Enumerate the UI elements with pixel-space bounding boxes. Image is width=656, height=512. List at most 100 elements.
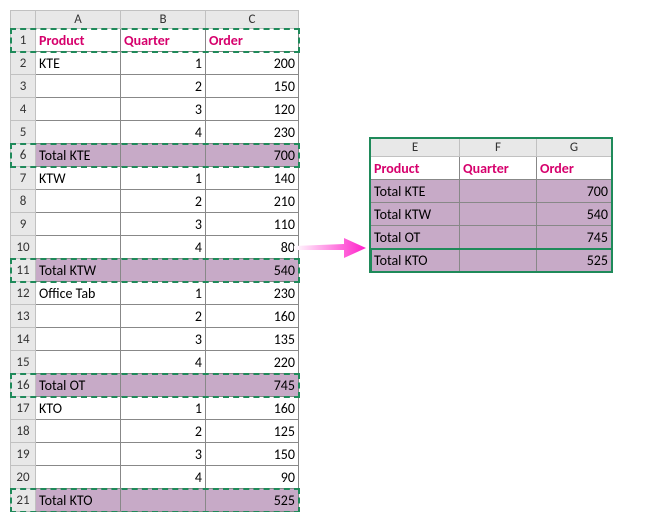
- cell-b9[interactable]: 3: [121, 213, 206, 236]
- cell-g4[interactable]: 745: [537, 226, 612, 249]
- row-header[interactable]: 1: [11, 29, 36, 52]
- cell-a11[interactable]: Total KTW: [36, 259, 121, 282]
- cell-c19[interactable]: 150: [206, 443, 299, 466]
- cell-b11[interactable]: [121, 259, 206, 282]
- cell-b18[interactable]: 2: [121, 420, 206, 443]
- cell-b19[interactable]: 3: [121, 443, 206, 466]
- cell-c8[interactable]: 210: [206, 190, 299, 213]
- cell-b12[interactable]: 1: [121, 282, 206, 305]
- cell-a8[interactable]: [36, 190, 121, 213]
- cell-b20[interactable]: 4: [121, 466, 206, 489]
- row-header[interactable]: 21: [11, 489, 36, 512]
- cell-c16[interactable]: 745: [206, 374, 299, 397]
- row-header[interactable]: 20: [11, 466, 36, 489]
- cell-a15[interactable]: [36, 351, 121, 374]
- row-header[interactable]: 2: [11, 52, 36, 75]
- row-header[interactable]: 4: [11, 98, 36, 121]
- cell-a21[interactable]: Total KTO: [36, 489, 121, 512]
- row-header[interactable]: 8: [11, 190, 36, 213]
- row-header[interactable]: 16: [11, 374, 36, 397]
- cell-g-hdr[interactable]: Order: [537, 157, 612, 180]
- cell-e5[interactable]: Total KTO: [371, 249, 460, 272]
- cell-a16[interactable]: Total OT: [36, 374, 121, 397]
- row-header[interactable]: 9: [11, 213, 36, 236]
- cell-a9[interactable]: [36, 213, 121, 236]
- cell-b2[interactable]: 1: [121, 52, 206, 75]
- cell-a4[interactable]: [36, 98, 121, 121]
- cell-b5[interactable]: 4: [121, 121, 206, 144]
- row-header[interactable]: 10: [11, 236, 36, 259]
- cell-b13[interactable]: 2: [121, 305, 206, 328]
- cell-b21[interactable]: [121, 489, 206, 512]
- cell-a2[interactable]: KTE: [36, 52, 121, 75]
- cell-c4[interactable]: 120: [206, 98, 299, 121]
- cell-c21[interactable]: 525: [206, 489, 299, 512]
- cell-a6[interactable]: Total KTE: [36, 144, 121, 167]
- cell-b10[interactable]: 4: [121, 236, 206, 259]
- row-header[interactable]: 17: [11, 397, 36, 420]
- cell-a10[interactable]: [36, 236, 121, 259]
- cell-c9[interactable]: 110: [206, 213, 299, 236]
- col-header-a[interactable]: A: [36, 11, 121, 29]
- cell-c17[interactable]: 160: [206, 397, 299, 420]
- cell-b3[interactable]: 2: [121, 75, 206, 98]
- cell-f2[interactable]: [460, 180, 537, 203]
- row-header[interactable]: 19: [11, 443, 36, 466]
- cell-g5[interactable]: 525: [537, 249, 612, 272]
- cell-e3[interactable]: Total KTW: [371, 203, 460, 226]
- col-header-c[interactable]: C: [206, 11, 299, 29]
- row-header[interactable]: 15: [11, 351, 36, 374]
- cell-e2[interactable]: Total KTE: [371, 180, 460, 203]
- row-header[interactable]: 11: [11, 259, 36, 282]
- cell-a17[interactable]: KTO: [36, 397, 121, 420]
- cell-c10[interactable]: 80: [206, 236, 299, 259]
- cell-c12[interactable]: 230: [206, 282, 299, 305]
- cell-a5[interactable]: [36, 121, 121, 144]
- col-header-e[interactable]: E: [371, 139, 460, 157]
- cell-b7[interactable]: 1: [121, 167, 206, 190]
- cell-b6[interactable]: [121, 144, 206, 167]
- select-all-corner[interactable]: [11, 11, 36, 29]
- cell-a7[interactable]: KTW: [36, 167, 121, 190]
- row-header[interactable]: 7: [11, 167, 36, 190]
- cell-c5[interactable]: 230: [206, 121, 299, 144]
- cell-c14[interactable]: 135: [206, 328, 299, 351]
- cell-e-hdr[interactable]: Product: [371, 157, 460, 180]
- cell-a14[interactable]: [36, 328, 121, 351]
- cell-a12[interactable]: Office Tab: [36, 282, 121, 305]
- cell-a18[interactable]: [36, 420, 121, 443]
- cell-c6[interactable]: 700: [206, 144, 299, 167]
- cell-a1[interactable]: Product: [36, 29, 121, 52]
- cell-g3[interactable]: 540: [537, 203, 612, 226]
- col-header-b[interactable]: B: [121, 11, 206, 29]
- cell-a13[interactable]: [36, 305, 121, 328]
- cell-f5[interactable]: [460, 249, 537, 272]
- result-spreadsheet[interactable]: E F G Product Quarter Order Total KTE700…: [370, 138, 612, 272]
- cell-c13[interactable]: 160: [206, 305, 299, 328]
- cell-f4[interactable]: [460, 226, 537, 249]
- cell-f3[interactable]: [460, 203, 537, 226]
- cell-b14[interactable]: 3: [121, 328, 206, 351]
- cell-a3[interactable]: [36, 75, 121, 98]
- cell-e4[interactable]: Total OT: [371, 226, 460, 249]
- cell-b1[interactable]: Quarter: [121, 29, 206, 52]
- cell-c18[interactable]: 125: [206, 420, 299, 443]
- row-header[interactable]: 3: [11, 75, 36, 98]
- cell-b15[interactable]: 4: [121, 351, 206, 374]
- cell-b16[interactable]: [121, 374, 206, 397]
- cell-b4[interactable]: 3: [121, 98, 206, 121]
- source-spreadsheet[interactable]: A B C 1 Product Quarter Order 2KTE120032…: [10, 10, 299, 512]
- row-header[interactable]: 13: [11, 305, 36, 328]
- cell-f-hdr[interactable]: Quarter: [460, 157, 537, 180]
- cell-c3[interactable]: 150: [206, 75, 299, 98]
- col-header-f[interactable]: F: [460, 139, 537, 157]
- cell-c20[interactable]: 90: [206, 466, 299, 489]
- cell-a19[interactable]: [36, 443, 121, 466]
- row-header[interactable]: 5: [11, 121, 36, 144]
- cell-g2[interactable]: 700: [537, 180, 612, 203]
- row-header[interactable]: 6: [11, 144, 36, 167]
- cell-b8[interactable]: 2: [121, 190, 206, 213]
- cell-a20[interactable]: [36, 466, 121, 489]
- cell-c11[interactable]: 540: [206, 259, 299, 282]
- cell-b17[interactable]: 1: [121, 397, 206, 420]
